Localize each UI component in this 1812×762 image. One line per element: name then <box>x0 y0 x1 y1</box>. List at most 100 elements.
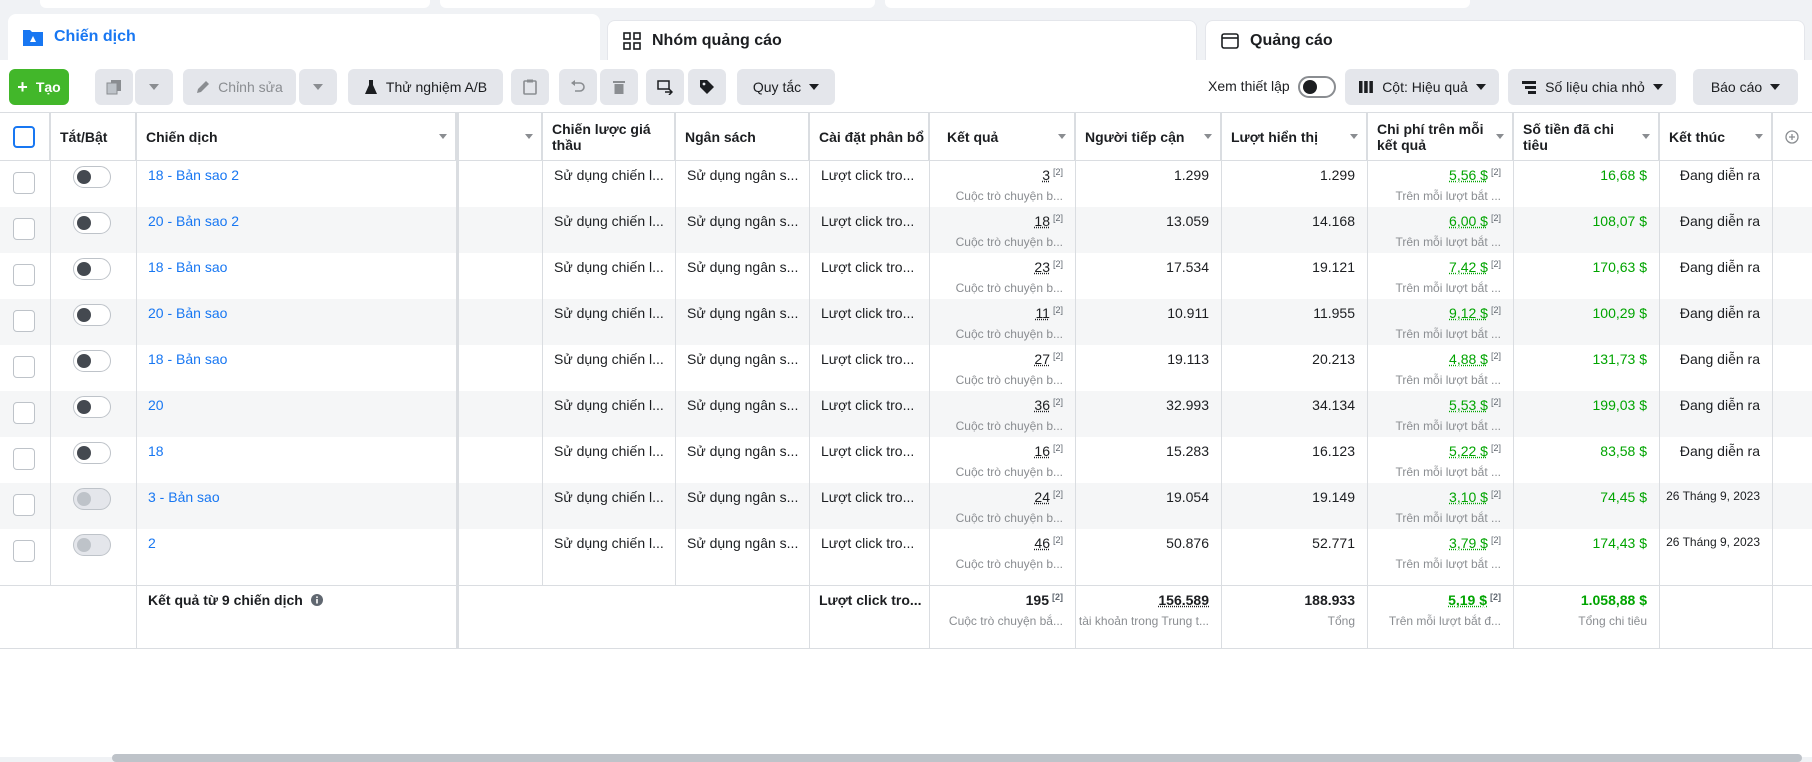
undo-button[interactable] <box>559 69 597 105</box>
cpr-value[interactable]: 3,10 $ <box>1449 489 1488 505</box>
edit-button[interactable]: Chỉnh sửa <box>183 69 296 105</box>
cpr-value[interactable]: 6,00 $ <box>1449 213 1488 229</box>
sort-icon[interactable] <box>439 134 447 139</box>
duplicate-button[interactable] <box>95 69 133 105</box>
table-row[interactable]: 2 Sử dụng chiến l... Sử dụng ngân s... Lượt… <box>0 529 1812 575</box>
row-checkbox[interactable] <box>13 540 35 562</box>
cpr-value[interactable]: 5,56 $ <box>1449 167 1488 183</box>
results-value[interactable]: 23 <box>1034 259 1050 275</box>
campaign-name-link[interactable]: 18 <box>148 443 164 459</box>
results-value[interactable]: 24 <box>1034 489 1050 505</box>
campaign-toggle[interactable] <box>73 350 111 372</box>
header-select-all[interactable] <box>0 113 50 161</box>
header-results[interactable]: Kết quả <box>929 113 1075 161</box>
horizontal-scrollbar[interactable] <box>112 754 1802 762</box>
duplicate-dropdown[interactable] <box>135 69 173 105</box>
results-value[interactable]: 18 <box>1034 213 1050 229</box>
table-row[interactable]: 20 - Bản sao 2 Sử dụng chiến l... Sử dụng … <box>0 207 1812 253</box>
tab-campaigns[interactable]: Chiến dịch <box>8 14 600 60</box>
cpr-value[interactable]: 9,12 $ <box>1449 305 1488 321</box>
ab-test-button[interactable]: Thử nghiệm A/B <box>348 69 503 105</box>
edit-dropdown[interactable] <box>299 69 337 105</box>
campaign-toggle[interactable] <box>73 258 111 280</box>
table-row[interactable]: 18 - Bản sao 2 Sử dụng chiến l... Sử dụng … <box>0 161 1812 207</box>
header-budget[interactable]: Ngân sách <box>675 113 809 161</box>
cpr-cell: 7,42 $ [2] Trên mỗi lượt bắt ... <box>1367 253 1513 299</box>
table-row[interactable]: 18 Sử dụng chiến l... Sử dụng ngân s... Lượ… <box>0 437 1812 483</box>
campaign-name-link[interactable]: 2 <box>148 535 156 551</box>
row-checkbox[interactable] <box>13 218 35 240</box>
cpr-value[interactable]: 5,22 $ <box>1449 443 1488 459</box>
tab-ads[interactable]: Quảng cáo <box>1205 20 1805 60</box>
row-checkbox[interactable] <box>13 448 35 470</box>
campaign-name-link[interactable]: 3 - Bản sao <box>148 489 220 505</box>
sort-icon[interactable] <box>1755 134 1763 139</box>
export-button[interactable] <box>646 69 684 105</box>
results-value[interactable]: 16 <box>1034 443 1050 459</box>
table-row[interactable]: 20 Sử dụng chiến l... Sử dụng ngân s... Lượ… <box>0 391 1812 437</box>
view-setup-toggle[interactable] <box>1298 76 1336 98</box>
header-ends[interactable]: Kết thúc <box>1659 113 1772 161</box>
row-checkbox[interactable] <box>13 172 35 194</box>
campaign-toggle[interactable] <box>73 488 111 510</box>
campaign-toggle[interactable] <box>73 396 111 418</box>
rules-dropdown[interactable]: Quy tắc <box>737 69 835 105</box>
campaign-name-link[interactable]: 20 <box>148 397 164 413</box>
results-value[interactable]: 36 <box>1034 397 1050 413</box>
header-impressions[interactable]: Lượt hiển thị <box>1221 113 1367 161</box>
header-campaign[interactable]: Chiến dịch <box>136 113 456 161</box>
table-row[interactable]: 20 - Bản sao Sử dụng chiến l... Sử dụng ng… <box>0 299 1812 345</box>
campaign-name-link[interactable]: 20 - Bản sao <box>148 305 227 321</box>
results-value[interactable]: 3 <box>1042 167 1050 183</box>
sort-icon[interactable] <box>1496 134 1504 139</box>
sort-icon[interactable] <box>1058 134 1066 139</box>
row-checkbox[interactable] <box>13 310 35 332</box>
breakdown-dropdown[interactable]: Số liệu chia nhỏ <box>1508 69 1676 105</box>
add-column-button[interactable] <box>1772 113 1812 161</box>
cpr-value[interactable]: 3,79 $ <box>1449 535 1488 551</box>
header-spent-label: Số tiền đã chi tiêu <box>1523 121 1633 153</box>
create-button[interactable]: + Tạo <box>9 69 69 105</box>
sort-icon[interactable] <box>1204 134 1212 139</box>
columns-dropdown[interactable]: Cột: Hiệu quả <box>1345 69 1499 105</box>
campaign-toggle[interactable] <box>73 534 111 556</box>
tab-ad-sets[interactable]: Nhóm quảng cáo <box>607 20 1197 60</box>
campaign-toggle[interactable] <box>73 442 111 464</box>
clipboard-button[interactable] <box>511 69 549 105</box>
campaign-name-link[interactable]: 18 - Bản sao <box>148 351 227 367</box>
row-checkbox[interactable] <box>13 494 35 516</box>
row-checkbox[interactable] <box>13 402 35 424</box>
campaign-toggle[interactable] <box>73 212 111 234</box>
header-hidden-col[interactable] <box>459 113 542 161</box>
cpr-value[interactable]: 7,42 $ <box>1449 259 1488 275</box>
table-row[interactable]: 18 - Bản sao Sử dụng chiến l... Sử dụng ng… <box>0 345 1812 391</box>
info-icon[interactable] <box>311 594 323 606</box>
results-value[interactable]: 27 <box>1034 351 1050 367</box>
sort-icon[interactable] <box>1642 134 1650 139</box>
header-bid-strategy[interactable]: Chiến lược giá thầu <box>542 113 675 161</box>
clipboard-icon <box>523 79 537 95</box>
select-all-checkbox[interactable] <box>13 126 35 148</box>
header-amount-spent[interactable]: Số tiền đã chi tiêu <box>1513 113 1659 161</box>
tag-button[interactable] <box>688 69 726 105</box>
table-row[interactable]: 3 - Bản sao Sử dụng chiến l... Sử dụng ngâ… <box>0 483 1812 529</box>
results-value[interactable]: 11 <box>1035 305 1050 321</box>
delete-button[interactable] <box>600 69 638 105</box>
header-attribution[interactable]: Cài đặt phân bổ <box>809 113 929 161</box>
table-row[interactable]: 18 - Bản sao Sử dụng chiến l... Sử dụng ng… <box>0 253 1812 299</box>
campaign-toggle[interactable] <box>73 304 111 326</box>
campaign-name-link[interactable]: 18 - Bản sao 2 <box>148 167 239 183</box>
header-reach[interactable]: Người tiếp cận <box>1075 113 1221 161</box>
cpr-value[interactable]: 5,53 $ <box>1449 397 1488 413</box>
campaign-name-link[interactable]: 18 - Bản sao <box>148 259 227 275</box>
results-value[interactable]: 46 <box>1034 535 1050 551</box>
cpr-value[interactable]: 4,88 $ <box>1449 351 1488 367</box>
campaign-name-link[interactable]: 20 - Bản sao 2 <box>148 213 239 229</box>
row-checkbox[interactable] <box>13 264 35 286</box>
sort-icon[interactable] <box>525 134 533 139</box>
reports-dropdown[interactable]: Báo cáo <box>1693 69 1798 105</box>
header-cost-per-result[interactable]: Chi phí trên mỗi kết quả <box>1367 113 1513 161</box>
sort-icon[interactable] <box>1350 134 1358 139</box>
campaign-toggle[interactable] <box>73 166 111 188</box>
row-checkbox[interactable] <box>13 356 35 378</box>
